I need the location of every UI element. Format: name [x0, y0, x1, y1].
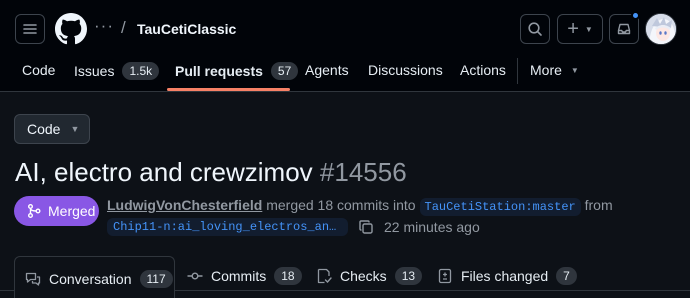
- inbox-icon: [617, 23, 631, 35]
- menu-button[interactable]: [15, 14, 45, 44]
- nav-agents[interactable]: Agents: [305, 62, 349, 78]
- search-button[interactable]: [520, 14, 550, 44]
- notification-indicator: [631, 11, 640, 20]
- nav-divider: [517, 58, 518, 84]
- status-label: Merged: [48, 203, 96, 219]
- pull-requests-count: 57: [270, 62, 299, 80]
- git-merge-icon: [28, 204, 41, 218]
- nav-label: Agents: [305, 62, 349, 78]
- code-dropdown-button[interactable]: Code ▼: [14, 114, 90, 144]
- commits-count: 18: [274, 267, 302, 285]
- merge-time: 22 minutes ago: [384, 219, 480, 235]
- nav-discussions[interactable]: Discussions: [368, 62, 443, 78]
- checks-count: 13: [394, 267, 423, 285]
- head-branch[interactable]: Chip11-n:ai_loving_electros_and_electros: [107, 218, 348, 236]
- tab-files-changed[interactable]: Files changed 7: [437, 256, 577, 296]
- pr-title-text: AI, electro and crewzimov: [15, 157, 313, 187]
- tab-checks[interactable]: Checks 13: [316, 256, 423, 296]
- nav-label: Actions: [460, 62, 506, 78]
- repo-name-link[interactable]: TauCetiClassic: [137, 21, 236, 37]
- status-badge: Merged: [14, 196, 99, 226]
- nav-issues[interactable]: Issues 1.5k: [74, 62, 160, 80]
- code-button-label: Code: [27, 121, 61, 137]
- nav-label: Issues: [74, 63, 115, 79]
- from-text: from: [584, 197, 613, 213]
- nav-label: Code: [22, 62, 56, 78]
- tab-commits[interactable]: Commits 18: [187, 256, 302, 296]
- nav-pull-requests[interactable]: Pull requests 57: [175, 62, 299, 80]
- nav-more[interactable]: More ▼: [530, 62, 579, 78]
- pr-number: #14556: [319, 157, 407, 187]
- author-link[interactable]: LudwigVonChesterfield: [107, 197, 262, 213]
- chevron-down-icon: ▼: [70, 124, 80, 134]
- avatar[interactable]: [645, 13, 677, 45]
- tab-label: Files changed: [461, 268, 549, 284]
- pr-meta: LudwigVonChesterfield merged 18 commits …: [107, 197, 613, 216]
- chevron-down-icon: ▼: [570, 65, 579, 75]
- nav-code[interactable]: Code: [22, 62, 55, 78]
- copy-icon[interactable]: [358, 219, 374, 235]
- base-branch[interactable]: TauCetiStation:master: [419, 198, 581, 216]
- search-icon: [528, 22, 542, 36]
- page-title: AI, electro and crewzimov #14556: [15, 157, 407, 188]
- tab-conversation[interactable]: Conversation 117: [14, 256, 175, 298]
- nav-actions[interactable]: Actions: [460, 62, 506, 78]
- chevron-down-icon: ▼: [584, 24, 593, 34]
- merge-action-text: merged 18 commits into: [266, 197, 416, 213]
- tab-label: Conversation: [49, 270, 132, 287]
- checklist-icon: [317, 268, 332, 284]
- breadcrumb-separator: /: [121, 18, 126, 37]
- files-changed-count: 7: [556, 267, 577, 285]
- hamburger-icon: [23, 24, 37, 34]
- nav-label: Discussions: [368, 62, 443, 78]
- github-logo-icon[interactable]: [55, 13, 87, 45]
- file-diff-icon: [438, 268, 452, 284]
- breadcrumb-overflow[interactable]: ···: [94, 16, 114, 36]
- repo-navigation: Code Issues 1.5k Pull requests 57 Agents…: [0, 52, 690, 92]
- create-new-button[interactable]: + ▼: [557, 14, 603, 44]
- nav-label: Pull requests: [175, 63, 263, 79]
- issues-count: 1.5k: [122, 62, 160, 80]
- git-commit-icon: [187, 272, 203, 280]
- active-tab-underline: [167, 88, 290, 91]
- conversation-count: 117: [139, 269, 173, 288]
- tab-label: Commits: [211, 268, 267, 284]
- tab-label: Checks: [340, 268, 387, 284]
- nav-label: More: [530, 62, 562, 78]
- comment-discussion-icon: [25, 272, 41, 286]
- plus-icon: +: [567, 18, 579, 40]
- pr-meta-line2: Chip11-n:ai_loving_electros_and_electros…: [107, 218, 480, 236]
